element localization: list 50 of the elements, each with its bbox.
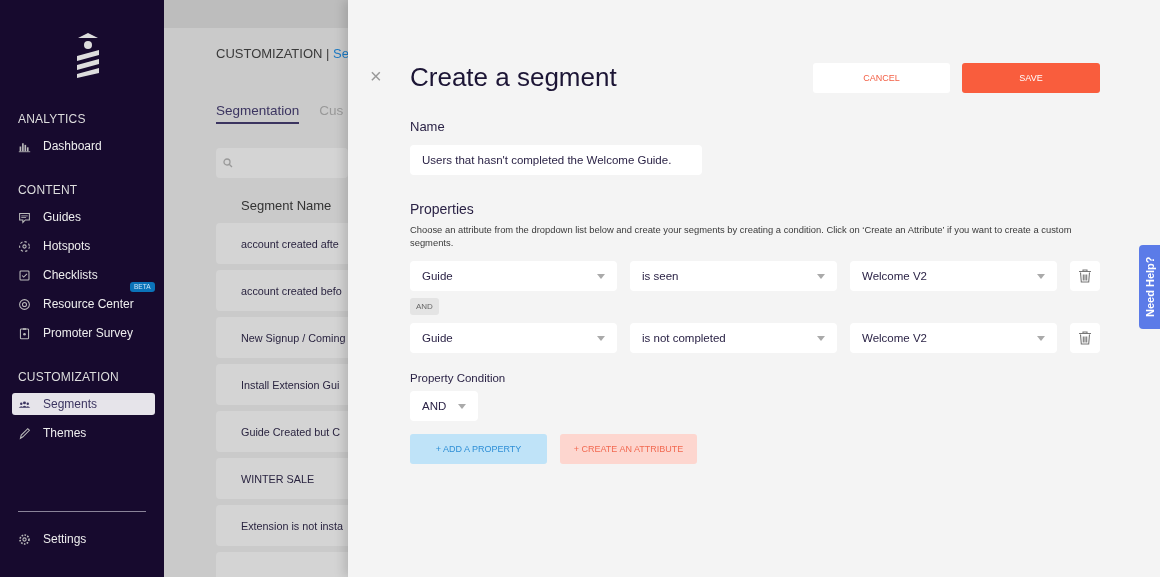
search-field[interactable] bbox=[216, 148, 348, 178]
checkbox-icon bbox=[18, 268, 31, 282]
name-field[interactable]: Users that hasn't completed the Welcome Guide. bbox=[410, 145, 702, 175]
delete-button[interactable] bbox=[1070, 261, 1100, 291]
dropdown[interactable]: Guide bbox=[410, 261, 617, 291]
sidebar-item[interactable]: Dashboard bbox=[12, 135, 155, 157]
sidebar-item[interactable]: Settings bbox=[12, 528, 155, 550]
dropdown[interactable]: Welcome V2 bbox=[850, 323, 1057, 353]
sidebar-item[interactable]: Resource Center bbox=[12, 293, 155, 315]
section-heading: CUSTOMIZATION bbox=[18, 370, 120, 384]
segment-row[interactable]: New Signup / Coming bbox=[216, 317, 348, 358]
ring-icon bbox=[18, 297, 31, 311]
tab[interactable]: Segmentation bbox=[216, 103, 300, 124]
segment-row[interactable]: account created befo bbox=[216, 270, 348, 311]
sidebar-item[interactable]: Promoter Survey bbox=[12, 322, 155, 344]
segment-row[interactable]: WINTER SALE bbox=[216, 458, 348, 499]
delete-button[interactable] bbox=[1070, 323, 1100, 353]
trash-icon bbox=[1079, 269, 1091, 283]
target-icon bbox=[18, 239, 31, 253]
dropdown[interactable]: Guide bbox=[410, 323, 617, 353]
modal-title: Create a segment bbox=[410, 62, 618, 93]
section-heading: CONTENT bbox=[18, 183, 79, 197]
dropdown[interactable]: Welcome V2 bbox=[850, 261, 1057, 291]
trash-icon bbox=[1079, 331, 1091, 345]
breadcrumb: CUSTOMIZATION | Se bbox=[216, 46, 348, 61]
section-heading: Properties bbox=[410, 201, 475, 217]
sidebar-item[interactable]: Segments bbox=[12, 393, 155, 415]
column-header: Segment Name bbox=[241, 198, 333, 213]
segment-row[interactable]: Extension is not insta bbox=[216, 505, 348, 546]
field-label: Name bbox=[410, 119, 446, 134]
field-label: Property Condition bbox=[410, 372, 507, 384]
segment-row[interactable]: account created afte bbox=[216, 223, 348, 264]
sidebar-item[interactable]: Guides bbox=[12, 206, 155, 228]
section-heading: ANALYTICS bbox=[18, 112, 87, 126]
search-icon bbox=[223, 158, 233, 168]
dropdown[interactable]: AND bbox=[410, 391, 478, 421]
sidebar-item[interactable]: Hotspots bbox=[12, 235, 155, 257]
chat-icon bbox=[18, 210, 31, 224]
segment-row[interactable]: Install Extension Gui bbox=[216, 364, 348, 405]
description: Choose an attribute from the dropdown list below and create your segments by creating a condition. Click on ‘Create an Attribute’ if you want to create a custom segments. bbox=[410, 223, 1073, 249]
clipboard-icon bbox=[18, 326, 31, 340]
and-chip: AND bbox=[410, 298, 439, 315]
sidebar-item[interactable]: Themes bbox=[12, 422, 155, 444]
dropdown[interactable]: is seen bbox=[630, 261, 837, 291]
settings-icon bbox=[18, 532, 31, 546]
brush-icon bbox=[18, 426, 31, 440]
help-tab[interactable]: Need Help? bbox=[1139, 245, 1160, 329]
dropdown[interactable]: is not completed bbox=[630, 323, 837, 353]
segment-row[interactable]: Guide Created but C bbox=[216, 411, 348, 452]
logo-icon bbox=[75, 32, 100, 78]
